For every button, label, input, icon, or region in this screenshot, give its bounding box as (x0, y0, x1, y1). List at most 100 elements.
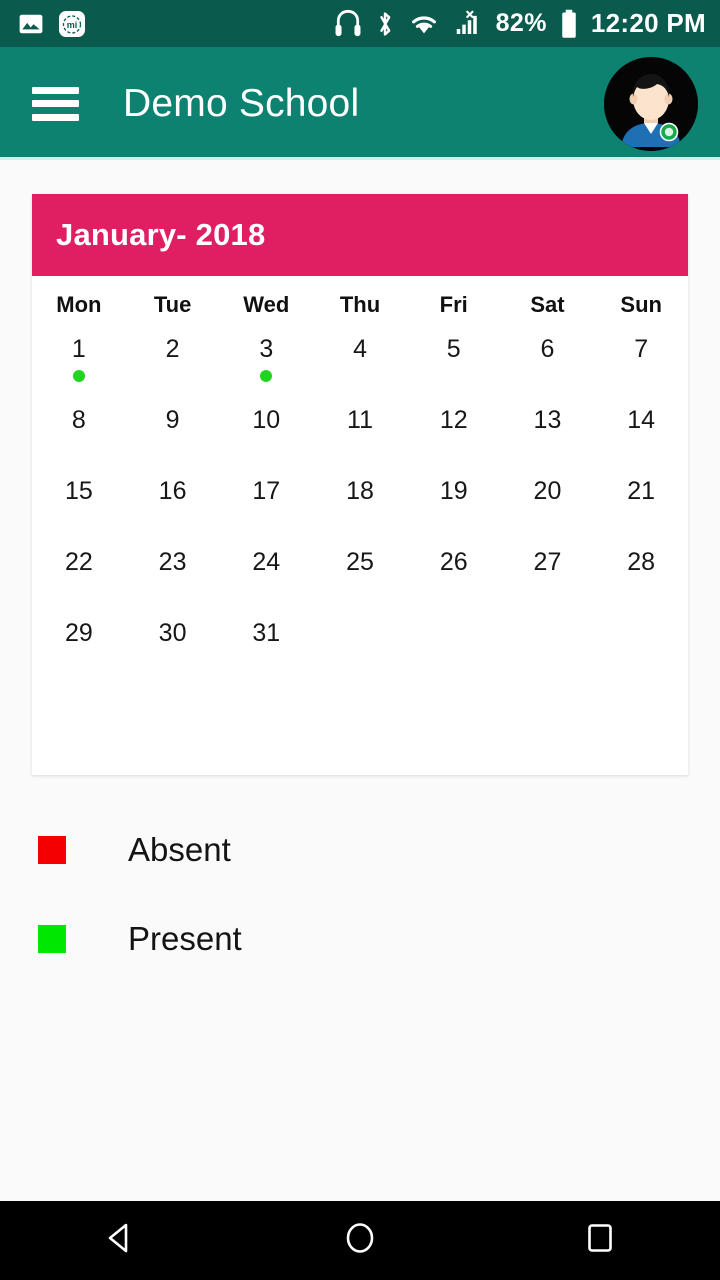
calendar-day-14[interactable]: 14 (594, 395, 688, 466)
gallery-image-icon (18, 11, 44, 37)
content-area: January- 2018 Mon Tue Wed Thu Fri Sat Sun 1234… (0, 160, 720, 1201)
calendar-day-15[interactable]: 15 (32, 466, 126, 537)
calendar-days-grid: 1 2 3 4 5 6 7 8 9 10 11 12 13 14 15 16 17 18 19 20 21 22 23 24 2… (32, 324, 688, 775)
page-title: Demo School (123, 81, 360, 125)
calendar-day-17[interactable]: 17 (219, 466, 313, 537)
calendar-day-number: 26 (439, 548, 468, 576)
home-button[interactable] (300, 1201, 420, 1280)
status-bar: mi 82% 12:20 PM (0, 0, 720, 47)
calendar-day-27[interactable]: 27 (501, 537, 595, 608)
bluetooth-icon (375, 9, 395, 39)
calendar-month-header: January- 2018 (32, 194, 688, 276)
calendar-week-row: 1 2 3 4 5 6 7 (32, 324, 688, 395)
calendar-day-number: 19 (439, 477, 468, 505)
calendar-day-6[interactable]: 6 (501, 324, 595, 395)
calendar-day-9[interactable]: 9 (126, 395, 220, 466)
calendar-day-number: 10 (252, 406, 281, 434)
calendar-day-number: 30 (158, 619, 187, 647)
calendar-day-number: 24 (252, 548, 281, 576)
calendar-weekday-row: Mon Tue Wed Thu Fri Sat Sun (32, 276, 688, 324)
recents-button[interactable] (540, 1201, 660, 1280)
battery-percent-label: 82% (495, 9, 547, 37)
calendar-day-18[interactable]: 18 (313, 466, 407, 537)
calendar-week-row: 15 16 17 18 19 20 21 (32, 466, 688, 537)
calendar-day-13[interactable]: 13 (501, 395, 595, 466)
calendar-day-26[interactable]: 26 (407, 537, 501, 608)
calendar-day-empty (594, 608, 688, 679)
calendar-day-22[interactable]: 22 (32, 537, 126, 608)
user-avatar[interactable] (604, 56, 698, 151)
calendar-day-number: 28 (627, 548, 656, 576)
calendar-weekday-thu: Thu (339, 292, 381, 317)
calendar-day-23[interactable]: 23 (126, 537, 220, 608)
calendar-day-number: 9 (165, 406, 180, 434)
home-circle-icon (339, 1217, 381, 1264)
calendar-day-4[interactable]: 4 (313, 324, 407, 395)
legend-absent: Absent (38, 805, 720, 894)
battery-icon (560, 9, 578, 39)
calendar-day-11[interactable]: 11 (313, 395, 407, 466)
back-button[interactable] (60, 1201, 180, 1280)
calendar-day-number: 29 (64, 619, 93, 647)
calendar-weekday-tue: Tue (153, 292, 192, 317)
calendar-day-empty (313, 608, 407, 679)
calendar-day-number: 31 (252, 619, 281, 647)
attendance-dot-present (72, 370, 85, 382)
headphones-icon (334, 9, 362, 39)
calendar-day-2[interactable]: 2 (126, 324, 220, 395)
legend-present-label: Present (128, 919, 242, 957)
calendar-day-25[interactable]: 25 (313, 537, 407, 608)
calendar-month-label: January- 2018 (56, 217, 266, 252)
calendar-day-number: 1 (71, 335, 86, 363)
calendar-week-row: 8 9 10 11 12 13 14 (32, 395, 688, 466)
recents-square-icon (579, 1217, 621, 1264)
calendar-weekday-sat: Sat (530, 292, 565, 317)
calendar-day-28[interactable]: 28 (594, 537, 688, 608)
calendar-day-5[interactable]: 5 (407, 324, 501, 395)
calendar-day-number: 15 (64, 477, 93, 505)
mi-app-icon: mi (58, 10, 86, 38)
calendar-weekday-sun: Sun (620, 292, 662, 317)
calendar-day-number: 13 (533, 406, 562, 434)
attendance-legend: Absent Present (0, 805, 720, 983)
calendar-day-1[interactable]: 1 (32, 324, 126, 395)
calendar-day-number: 8 (71, 406, 86, 434)
calendar-day-8[interactable]: 8 (32, 395, 126, 466)
calendar-day-16[interactable]: 16 (126, 466, 220, 537)
attendance-calendar-card: January- 2018 Mon Tue Wed Thu Fri Sat Sun 1234… (32, 194, 688, 775)
legend-absent-label: Absent (128, 830, 231, 868)
calendar-week-row: 22 23 24 25 26 27 28 (32, 537, 688, 608)
svg-text:mi: mi (67, 20, 78, 30)
calendar-day-30[interactable]: 30 (126, 608, 220, 679)
calendar-day-19[interactable]: 19 (407, 466, 501, 537)
calendar-day-number: 27 (533, 548, 562, 576)
legend-present: Present (38, 894, 720, 983)
calendar-week-row: 29 30 31 (32, 608, 688, 679)
calendar-day-20[interactable]: 20 (501, 466, 595, 537)
calendar-day-empty (407, 608, 501, 679)
calendar-day-29[interactable]: 29 (32, 608, 126, 679)
hamburger-menu-icon[interactable] (32, 86, 79, 121)
calendar-day-number: 20 (533, 477, 562, 505)
legend-absent-swatch-icon (38, 835, 66, 864)
calendar-day-12[interactable]: 12 (407, 395, 501, 466)
calendar-day-7[interactable]: 7 (594, 324, 688, 395)
calendar-day-number: 25 (346, 548, 374, 576)
calendar-weekday-fri: Fri (439, 292, 468, 317)
calendar-day-3[interactable]: 3 (219, 324, 313, 395)
calendar-day-number: 11 (347, 406, 373, 434)
calendar-day-number: 12 (439, 406, 468, 434)
calendar-day-number: 18 (346, 477, 374, 505)
calendar-day-21[interactable]: 21 (594, 466, 688, 537)
clock-label: 12:20 PM (590, 8, 706, 38)
calendar-day-number: 14 (627, 406, 656, 434)
calendar-day-31[interactable]: 31 (219, 608, 313, 679)
attendance-dot-present (260, 370, 273, 382)
calendar-day-number: 21 (627, 477, 656, 505)
calendar-day-24[interactable]: 24 (219, 537, 313, 608)
calendar-day-10[interactable]: 10 (219, 395, 313, 466)
calendar-day-number: 17 (252, 477, 281, 505)
legend-present-swatch-icon (38, 924, 66, 953)
calendar-day-number: 22 (64, 548, 93, 576)
status-bar-left-icons: mi (18, 10, 86, 38)
